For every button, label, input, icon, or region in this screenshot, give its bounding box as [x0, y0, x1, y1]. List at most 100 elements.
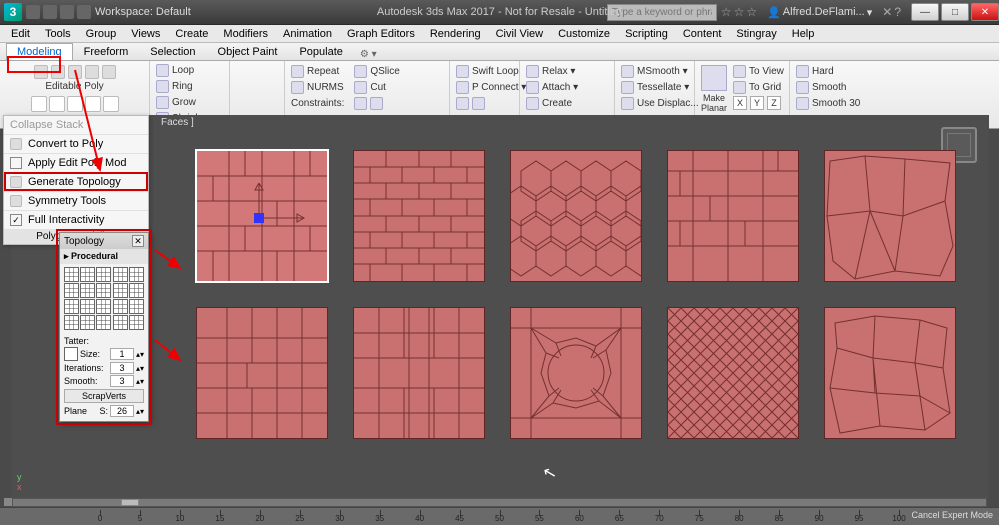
topology-tile[interactable]	[353, 150, 485, 282]
cut-icon[interactable]	[354, 81, 367, 94]
menu-help[interactable]: Help	[785, 27, 822, 41]
qat-save-icon[interactable]	[60, 5, 74, 19]
topology-tile[interactable]	[510, 307, 642, 439]
stack-icon[interactable]	[34, 65, 48, 79]
topology-titlebar[interactable]: Topology ✕	[60, 233, 148, 249]
tatter-swatch[interactable]	[64, 347, 78, 361]
panel-item-generate-topology[interactable]: Generate Topology	[4, 172, 148, 191]
qat-open-icon[interactable]	[77, 5, 91, 19]
create-icon[interactable]	[526, 97, 539, 110]
msmooth-icon[interactable]	[621, 65, 634, 78]
tab-populate[interactable]: Populate	[288, 43, 353, 60]
menu-create[interactable]: Create	[168, 27, 215, 41]
tab-freeform[interactable]: Freeform	[73, 43, 140, 60]
topology-swatch[interactable]	[129, 299, 144, 314]
pconnect-icon[interactable]	[456, 81, 469, 94]
timeline-scrollbar[interactable]	[12, 498, 987, 507]
topology-swatch[interactable]	[113, 299, 128, 314]
signin-menu[interactable]: 👤 Alfred.DeFlami... ▾	[767, 6, 872, 19]
hard-icon[interactable]	[796, 65, 809, 78]
topology-tile[interactable]	[667, 150, 799, 282]
qslice-icon[interactable]	[354, 65, 367, 78]
ring-icon[interactable]	[156, 80, 169, 93]
tab-modeling[interactable]: Modeling	[6, 43, 73, 60]
workspace-dropdown[interactable]: Workspace: Default	[95, 6, 191, 18]
timeline-play-icon[interactable]	[4, 498, 12, 506]
qat-undo-icon[interactable]	[26, 5, 40, 19]
paint-icon[interactable]	[472, 97, 485, 110]
border-mode-icon[interactable]	[67, 96, 83, 112]
close-icon[interactable]: ✕	[132, 235, 144, 247]
topology-tile[interactable]	[196, 150, 328, 282]
topology-tile[interactable]	[667, 307, 799, 439]
topology-dialog[interactable]: Topology ✕ ▸ Procedural Tatter: Size: 1▴…	[59, 232, 149, 422]
topology-swatch[interactable]	[80, 315, 95, 330]
togrid-icon[interactable]	[733, 81, 746, 94]
topology-swatch[interactable]	[80, 267, 95, 282]
ribbon-config-icon[interactable]: ⚙ ▾	[360, 49, 377, 60]
menu-rendering[interactable]: Rendering	[423, 27, 488, 41]
constraint-icon[interactable]	[354, 97, 367, 110]
qat-redo-icon[interactable]	[43, 5, 57, 19]
topology-tile[interactable]	[824, 307, 956, 439]
menu-civil-view[interactable]: Civil View	[489, 27, 550, 41]
topology-swatch[interactable]	[96, 299, 111, 314]
paint-icon[interactable]	[456, 97, 469, 110]
panel-item-convert-to-poly[interactable]: Convert to Poly	[4, 134, 148, 153]
swiftloop-icon[interactable]	[456, 65, 469, 78]
menu-graph-editors[interactable]: Graph Editors	[340, 27, 422, 41]
plane-spinner[interactable]: 26	[110, 405, 134, 417]
menu-content[interactable]: Content	[676, 27, 729, 41]
menu-stingray[interactable]: Stingray	[729, 27, 783, 41]
viewport[interactable]: Faces ]	[11, 115, 989, 498]
axis-x-button[interactable]: X	[733, 96, 747, 110]
infocenter-icons[interactable]: ☆ ☆ ☆	[721, 5, 757, 19]
window-close-button[interactable]: ✕	[971, 3, 999, 21]
topology-swatch[interactable]	[129, 283, 144, 298]
menu-edit[interactable]: Edit	[4, 27, 37, 41]
topology-tile[interactable]	[510, 150, 642, 282]
constraint-icon[interactable]	[370, 97, 383, 110]
menu-tools[interactable]: Tools	[38, 27, 78, 41]
element-mode-icon[interactable]	[103, 96, 119, 112]
quick-access-toolbar[interactable]	[26, 5, 91, 19]
tessellate-icon[interactable]	[621, 81, 634, 94]
menu-views[interactable]: Views	[124, 27, 167, 41]
symmetry-icon[interactable]	[102, 65, 116, 79]
make-planar-icon[interactable]	[701, 65, 727, 91]
topology-tile[interactable]	[824, 150, 956, 282]
search-input[interactable]	[607, 4, 717, 21]
smooth-icon[interactable]	[796, 81, 809, 94]
axis-y-button[interactable]: Y	[750, 96, 764, 110]
edge-mode-icon[interactable]	[49, 96, 65, 112]
star-icon[interactable]: ☆	[721, 5, 732, 19]
topology-tile[interactable]	[196, 307, 328, 439]
displace-icon[interactable]	[621, 97, 634, 110]
topology-swatch[interactable]	[113, 267, 128, 282]
topology-swatch[interactable]	[113, 283, 128, 298]
menu-modifiers[interactable]: Modifiers	[216, 27, 275, 41]
topology-swatch[interactable]	[64, 299, 79, 314]
topology-swatch[interactable]	[64, 267, 79, 282]
smooth30-icon[interactable]	[796, 97, 809, 110]
scrapverts-button[interactable]: ScrapVerts	[64, 389, 144, 403]
menu-group[interactable]: Group	[79, 27, 124, 41]
topology-swatch[interactable]	[96, 267, 111, 282]
toview-icon[interactable]	[733, 65, 746, 78]
topology-swatch[interactable]	[64, 315, 79, 330]
vertex-mode-icon[interactable]	[31, 96, 47, 112]
topology-swatch[interactable]	[129, 315, 144, 330]
topology-swatch[interactable]	[80, 283, 95, 298]
repeat-icon[interactable]	[291, 65, 304, 78]
topology-tile[interactable]	[353, 307, 485, 439]
loop-icon[interactable]	[156, 64, 169, 77]
topology-swatch[interactable]	[96, 315, 111, 330]
cancel-expert-mode[interactable]: Cancel Expert Mode	[911, 510, 993, 520]
panel-item-symmetry-tools[interactable]: Symmetry Tools	[4, 191, 148, 210]
apply-icon[interactable]	[68, 65, 82, 79]
convert-icon[interactable]	[51, 65, 65, 79]
topology-swatch[interactable]	[113, 315, 128, 330]
attach-icon[interactable]	[526, 81, 539, 94]
topology-swatch[interactable]	[129, 267, 144, 282]
axis-z-button[interactable]: Z	[767, 96, 781, 110]
